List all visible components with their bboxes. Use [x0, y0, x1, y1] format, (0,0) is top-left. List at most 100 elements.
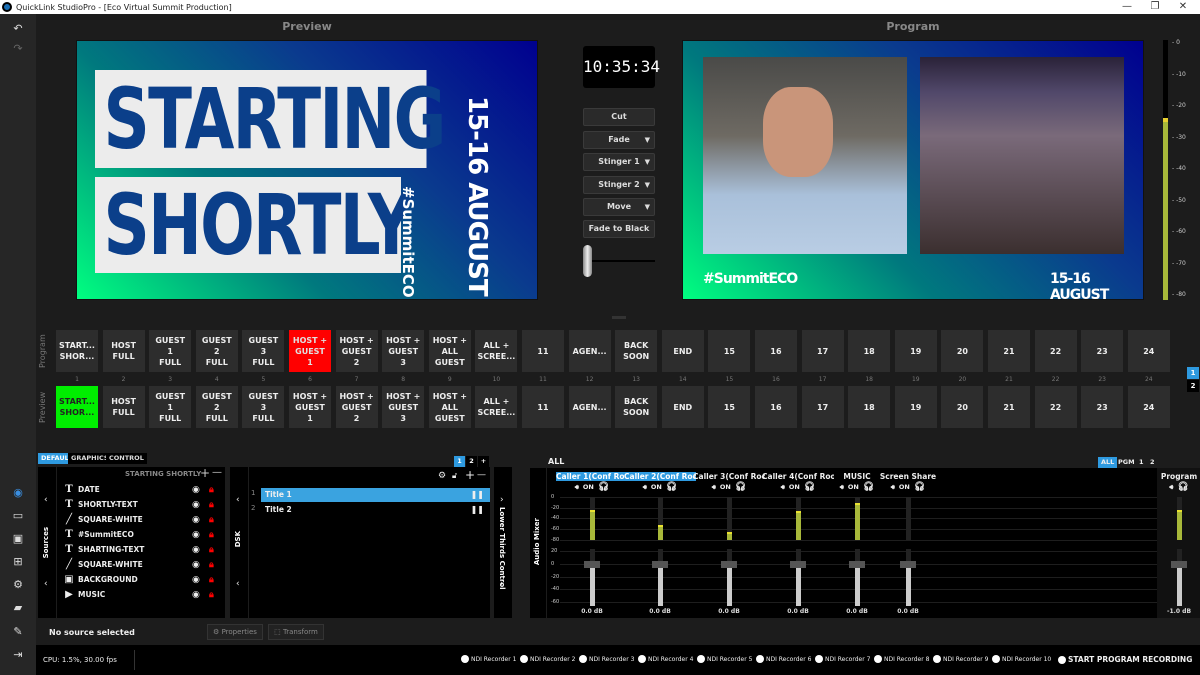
channel-name[interactable]: Program — [1143, 472, 1200, 481]
eye-icon[interactable]: ◉ — [192, 485, 200, 495]
source-item[interactable]: ▶ MUSIC ◉ 🔒︎ — [62, 587, 222, 602]
preview-scene-button[interactable]: 22 — [1034, 386, 1077, 428]
preview-scene-button[interactable]: 24 — [1127, 386, 1170, 428]
source-item[interactable]: T SHORTLY-TEXT ◉ 🔒︎ — [62, 497, 222, 512]
eye-icon[interactable]: ◉ — [192, 500, 200, 510]
pause-icon[interactable]: ❚❚ — [471, 488, 484, 502]
chevron-down-icon[interactable]: ▼ — [645, 154, 650, 170]
channel-name[interactable]: Screen Share — [872, 472, 944, 481]
chevron-left-icon[interactable]: ‹ — [44, 495, 48, 505]
speaker-icon[interactable]: 🔊︎ — [891, 483, 895, 491]
redo-icon[interactable]: ↷ — [0, 42, 36, 55]
add-dsk-button[interactable]: + — [465, 468, 475, 482]
fade-button[interactable]: Fade ▼ — [583, 131, 655, 149]
headphones-icon[interactable]: 🎧︎ — [804, 482, 815, 492]
speaker-icon[interactable]: 🔊︎ — [575, 483, 579, 491]
preview-scene-button[interactable]: 16 — [755, 386, 797, 428]
on-toggle[interactable]: ON — [651, 483, 662, 491]
dsk-add-page[interactable]: + — [478, 456, 489, 467]
program-scene-button[interactable]: ALL + SCREE... — [475, 330, 518, 372]
chevron-left-icon[interactable]: ‹ — [44, 579, 48, 589]
program-scene-button[interactable]: HOST + GUEST 3 — [382, 330, 425, 372]
program-scene-button[interactable]: HOST + ALL GUEST — [428, 330, 471, 372]
chevron-left-icon[interactable]: ‹ — [236, 579, 240, 589]
preview-scene-button[interactable]: GUEST 3 FULL — [242, 386, 285, 428]
ndi-recorder-toggle[interactable]: NDI Recorder 8 — [874, 655, 929, 663]
lock-icon[interactable]: 🔒︎ — [209, 590, 214, 600]
channel-fader[interactable] — [796, 567, 801, 606]
channel-fader[interactable] — [590, 567, 595, 606]
remove-source-button[interactable]: — — [212, 467, 222, 478]
pause-icon[interactable]: ❚❚ — [471, 503, 484, 517]
scene-page-2[interactable]: 2 — [1187, 380, 1199, 392]
scene-page-1[interactable]: 1 — [1187, 367, 1199, 379]
add-source-button[interactable]: + — [200, 466, 210, 480]
program-scene-button[interactable]: GUEST 2 FULL — [195, 330, 238, 372]
fader-knob[interactable] — [721, 561, 737, 568]
fade-to-black-button[interactable]: Fade to Black — [583, 220, 655, 238]
speaker-icon[interactable]: 🔊︎ — [781, 483, 785, 491]
program-scene-button[interactable]: AGEN... — [568, 330, 611, 372]
preview-scene-button[interactable]: BACK SOON — [615, 386, 658, 428]
channel-fader[interactable] — [855, 567, 860, 606]
headphones-icon[interactable]: 🎧︎ — [735, 482, 746, 492]
preview-screen[interactable]: STARTING SHORTLY #SummitECO 15-16 AUGUST — [76, 40, 538, 300]
restore-button[interactable]: ❐ — [1140, 0, 1170, 14]
channel-fader[interactable] — [1177, 567, 1182, 606]
eye-icon[interactable]: ◉ — [192, 575, 200, 585]
on-toggle[interactable]: ON — [583, 483, 594, 491]
program-scene-button[interactable]: 11 — [522, 330, 564, 372]
dsk-item[interactable]: Title 1 ❚❚ — [261, 488, 490, 502]
speaker-icon[interactable]: 🔊︎ — [1169, 483, 1173, 491]
program-scene-button[interactable]: 20 — [941, 330, 984, 372]
lock-icon[interactable]: 🔒︎ — [209, 500, 214, 510]
tools-icon[interactable]: ✎ — [0, 625, 36, 638]
stinger2-button[interactable]: Stinger 2 ▼ — [583, 176, 655, 194]
chevron-left-icon[interactable]: ‹ — [236, 495, 240, 505]
ndi-recorder-toggle[interactable]: NDI Recorder 3 — [579, 655, 634, 663]
ndi-recorder-toggle[interactable]: NDI Recorder 1 — [461, 655, 516, 663]
on-toggle[interactable]: ON — [789, 483, 800, 491]
source-item[interactable]: T SHARTING-TEXT ◉ 🔒︎ — [62, 542, 222, 557]
ndi-recorder-toggle[interactable]: NDI Recorder 6 — [756, 655, 811, 663]
exit-icon[interactable]: ⇥ — [0, 648, 36, 661]
fader-knob[interactable] — [900, 561, 916, 568]
program-scene-button[interactable]: 22 — [1034, 330, 1077, 372]
audio-filter-pgm[interactable]: PGM — [1115, 457, 1138, 468]
channel-name[interactable]: Caller 2(Conf Room — [624, 472, 696, 481]
transform-button[interactable]: ⬚ Transform — [268, 624, 324, 640]
preview-scene-button[interactable]: 15 — [708, 386, 751, 428]
preview-scene-button[interactable]: HOST + GUEST 2 — [335, 386, 378, 428]
audio-filter-2[interactable]: 2 — [1147, 457, 1158, 468]
program-scene-button[interactable]: 21 — [988, 330, 1030, 372]
program-scene-button[interactable]: GUEST 3 FULL — [242, 330, 285, 372]
stinger1-button[interactable]: Stinger 1 ▼ — [583, 153, 655, 171]
preview-scene-button[interactable]: GUEST 1 FULL — [149, 386, 192, 428]
ndi-recorder-toggle[interactable]: NDI Recorder 5 — [697, 655, 752, 663]
program-scene-button[interactable]: 18 — [848, 330, 891, 372]
eye-icon[interactable]: ◉ — [192, 560, 200, 570]
channel-name[interactable]: Caller 1(Conf Room — [556, 472, 628, 481]
lock-icon[interactable]: 🔒︎ — [209, 530, 214, 540]
splitter-handle[interactable] — [612, 316, 626, 319]
speaker-icon[interactable]: 🔊︎ — [712, 483, 716, 491]
move-button[interactable]: Move ▼ — [583, 198, 655, 216]
preview-scene-button[interactable]: 23 — [1081, 386, 1124, 428]
tab-control[interactable]: CONTROL — [106, 453, 147, 464]
fader-knob[interactable] — [652, 561, 668, 568]
preview-scene-button[interactable]: 17 — [801, 386, 844, 428]
source-item[interactable]: ╱ SQUARE-WHITE ◉ 🔒︎ — [62, 557, 222, 572]
program-scene-button[interactable]: HOST + GUEST 1 — [289, 330, 331, 372]
preview-scene-button[interactable]: HOST + ALL GUEST — [428, 386, 471, 428]
preview-scene-button[interactable]: HOST + GUEST 3 — [382, 386, 425, 428]
program-screen[interactable]: #SummitECO 15-16 AUGUST — [682, 40, 1144, 300]
speaker-icon[interactable]: 🔊︎ — [840, 483, 844, 491]
source-item[interactable]: T #SummitECO ◉ 🔒︎ — [62, 527, 222, 542]
channel-fader[interactable] — [906, 567, 911, 606]
channel-fader[interactable] — [727, 567, 732, 606]
on-toggle[interactable]: ON — [720, 483, 731, 491]
chevron-down-icon[interactable]: ▼ — [645, 199, 650, 215]
preview-scene-button[interactable]: 11 — [522, 386, 564, 428]
speaker-icon[interactable]: 🔊︎ — [643, 483, 647, 491]
folder-icon[interactable]: ▰ — [0, 601, 36, 614]
